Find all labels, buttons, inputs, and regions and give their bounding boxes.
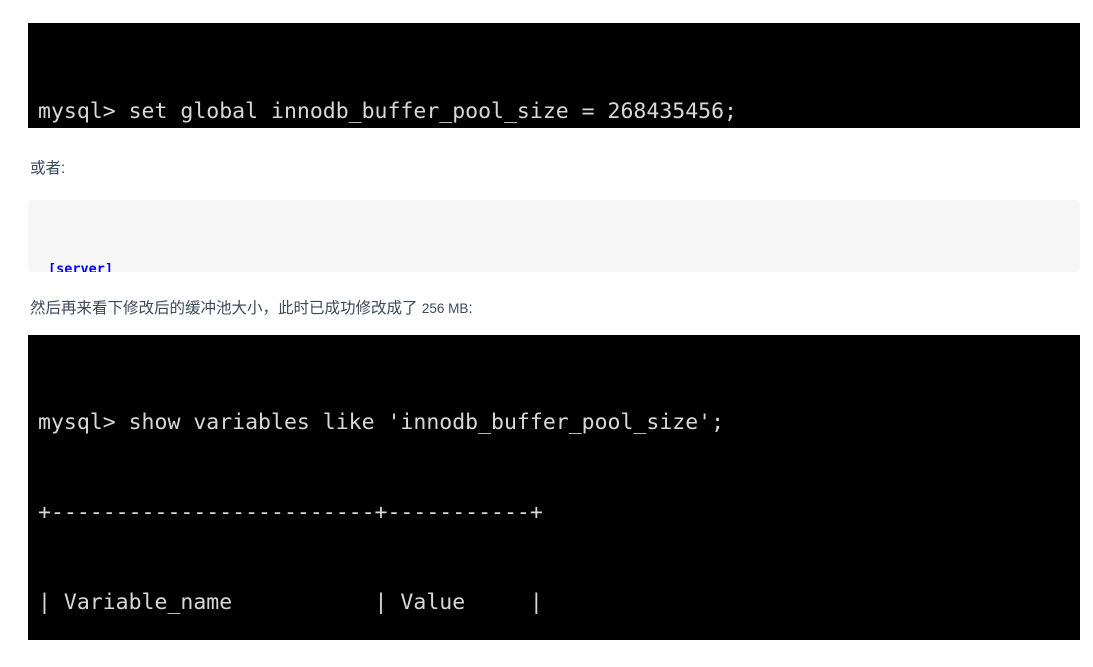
terminal-output-set-variable: mysql> set global innodb_buffer_pool_siz… bbox=[28, 23, 1080, 128]
terminal-line-separator: +-------------------------+-----------+ bbox=[38, 500, 543, 525]
code-block-my-cnf: [server] innodb_buffer_pool_size = 26843… bbox=[28, 200, 1080, 272]
paragraph-alternative-label: 或者: bbox=[30, 160, 66, 177]
code-line: [server] bbox=[48, 258, 1080, 272]
terminal-output-show-variables: mysql> show variables like 'innodb_buffe… bbox=[28, 335, 1080, 640]
paragraph-text-trailing: : bbox=[468, 300, 473, 317]
terminal-line: mysql> set global innodb_buffer_pool_siz… bbox=[38, 99, 737, 124]
terminal-line-command: mysql> show variables like 'innodb_buffe… bbox=[38, 410, 725, 435]
paragraph-text-leading: 然后再来看下修改后的缓冲池大小，此时已成功修改成了 bbox=[30, 300, 422, 317]
buffer-pool-size-value: 256 MB bbox=[421, 301, 469, 316]
paragraph-verify-description: 然后再来看下修改后的缓冲池大小，此时已成功修改成了 256 MB: bbox=[30, 297, 473, 321]
page-root: mysql> set global innodb_buffer_pool_siz… bbox=[0, 0, 1093, 667]
terminal-line-header: | Variable_name | Value | bbox=[38, 590, 543, 615]
code-token-section: [server] bbox=[48, 261, 114, 272]
